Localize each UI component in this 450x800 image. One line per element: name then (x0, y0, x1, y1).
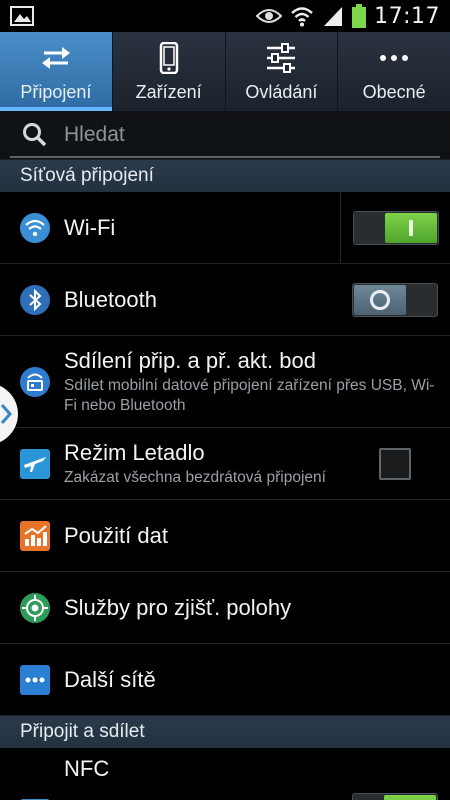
wifi-icon (291, 7, 313, 27)
tab-label: Připojení (20, 82, 92, 102)
tab-controls[interactable]: Ovládání (226, 32, 339, 111)
row-title: Sdílení přip. a př. akt. bod (64, 347, 316, 373)
chevron-right-icon (0, 404, 12, 424)
more-networks-icon (20, 664, 50, 695)
search-bar (0, 112, 450, 160)
airplane-mode-checkbox[interactable] (379, 447, 411, 480)
row-data-usage[interactable]: Použití dat (0, 500, 450, 572)
section-header-network: Síťová připojení (0, 160, 450, 192)
tab-label: Zařízení (135, 82, 202, 102)
wifi-toggle[interactable] (352, 210, 439, 245)
signal-icon (324, 7, 343, 26)
bluetooth-toggle[interactable] (352, 282, 438, 317)
search-input[interactable] (62, 121, 440, 148)
location-icon (20, 592, 50, 623)
row-more-networks[interactable]: Další sítě (0, 644, 450, 716)
airplane-checkbox-area (340, 428, 450, 499)
section-header-connect-share: Připojit a sdílet (0, 716, 450, 748)
status-bar: 17:17 (0, 0, 450, 32)
row-airplane-mode[interactable]: Režim Letadlo Zakázat všechna bezdrátová… (0, 428, 450, 500)
phone-icon (159, 42, 178, 74)
tab-device[interactable]: Zařízení (113, 32, 226, 111)
nfc-toggle-area (340, 748, 450, 800)
tab-label: Obecné (362, 82, 426, 102)
tab-general[interactable]: Obecné (338, 32, 450, 111)
airplane-icon (20, 448, 50, 479)
hotspot-icon (20, 366, 50, 397)
arrows-swap-icon (41, 47, 70, 69)
wifi-icon (20, 212, 50, 243)
search-icon (23, 122, 47, 146)
sliders-icon (267, 43, 296, 73)
row-title: Další sítě (64, 666, 156, 692)
nfc-icon (20, 799, 50, 800)
row-tethering[interactable]: Sdílení přip. a př. akt. bod Sdílet mobi… (0, 336, 450, 428)
clock: 17:17 (374, 3, 440, 29)
data-usage-icon (20, 520, 50, 551)
row-bluetooth[interactable]: Bluetooth (0, 264, 450, 336)
battery-icon (352, 4, 367, 28)
image-icon (10, 6, 34, 26)
nfc-toggle[interactable] (352, 793, 438, 800)
row-nfc[interactable]: NFC (0, 748, 450, 800)
more-icon (380, 55, 409, 61)
tab-label: Ovládání (245, 82, 318, 102)
row-wifi[interactable]: Wi-Fi (0, 192, 450, 264)
row-subtitle: Sdílet mobilní datové připojení zařízení… (64, 376, 435, 414)
row-location-services[interactable]: Služby pro zjišť. polohy (0, 572, 450, 644)
bluetooth-toggle-area (340, 264, 450, 335)
bluetooth-icon (20, 284, 50, 315)
settings-tabs: Připojení Zařízení Ovládání Obecné (0, 32, 450, 112)
eye-icon (256, 9, 283, 23)
search-box (10, 113, 440, 158)
wifi-toggle-area (340, 192, 450, 263)
row-title: Služby pro zjišť. polohy (64, 594, 292, 620)
row-title: Použití dat (64, 522, 168, 548)
tab-connections[interactable]: Připojení (0, 32, 113, 111)
